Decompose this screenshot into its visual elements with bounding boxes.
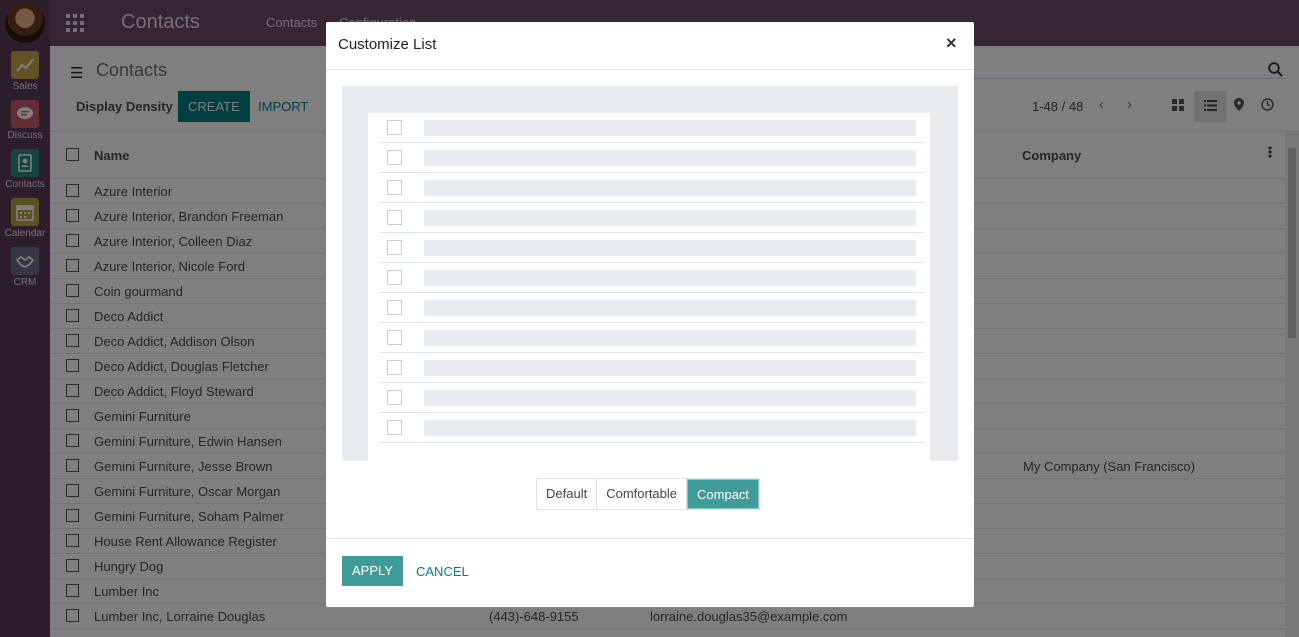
preview-checkbox: [387, 180, 402, 195]
preview-row: [380, 143, 924, 173]
preview-sheet: [368, 113, 930, 461]
preview-bar: [424, 180, 916, 196]
close-icon[interactable]: ×: [946, 33, 957, 54]
preview-row: [380, 263, 924, 293]
preview-checkbox: [387, 210, 402, 225]
cancel-button[interactable]: CANCEL: [416, 564, 469, 579]
preview-row: [380, 233, 924, 263]
density-default-button[interactable]: Default: [537, 479, 598, 509]
preview-checkbox: [387, 120, 402, 135]
preview-bar: [424, 420, 916, 436]
preview-bar: [424, 360, 916, 376]
preview-checkbox: [387, 390, 402, 405]
preview-row: [380, 383, 924, 413]
preview-checkbox: [387, 240, 402, 255]
preview-checkbox: [387, 270, 402, 285]
preview-bar: [424, 390, 916, 406]
preview-checkbox: [387, 330, 402, 345]
preview-bar: [424, 270, 916, 286]
dialog-title: Customize List: [338, 36, 437, 53]
preview-checkbox: [387, 300, 402, 315]
preview-checkbox: [387, 150, 402, 165]
preview-row: [380, 173, 924, 203]
preview-row: [380, 323, 924, 353]
preview-checkbox: [387, 360, 402, 375]
preview-bar: [424, 330, 916, 346]
preview-bar: [424, 300, 916, 316]
preview-bar: [424, 150, 916, 166]
preview-bar: [424, 210, 916, 226]
preview-row: [380, 203, 924, 233]
preview-row: [380, 113, 924, 143]
preview-bar: [424, 120, 916, 136]
customize-list-dialog: Customize List × Default Comfortable Com…: [326, 22, 974, 607]
preview-row: [380, 293, 924, 323]
apply-button[interactable]: APPLY: [342, 556, 403, 586]
dialog-header: Customize List ×: [326, 22, 974, 70]
preview-bar: [424, 240, 916, 256]
dialog-footer: APPLY CANCEL: [326, 538, 974, 607]
density-compact-button[interactable]: Compact: [687, 479, 760, 509]
preview-checkbox: [387, 420, 402, 435]
density-comfortable-button[interactable]: Comfortable: [597, 479, 688, 509]
density-options: Default Comfortable Compact: [536, 478, 761, 510]
preview-row: [380, 413, 924, 443]
preview-row: [380, 353, 924, 383]
density-preview: [342, 86, 958, 461]
